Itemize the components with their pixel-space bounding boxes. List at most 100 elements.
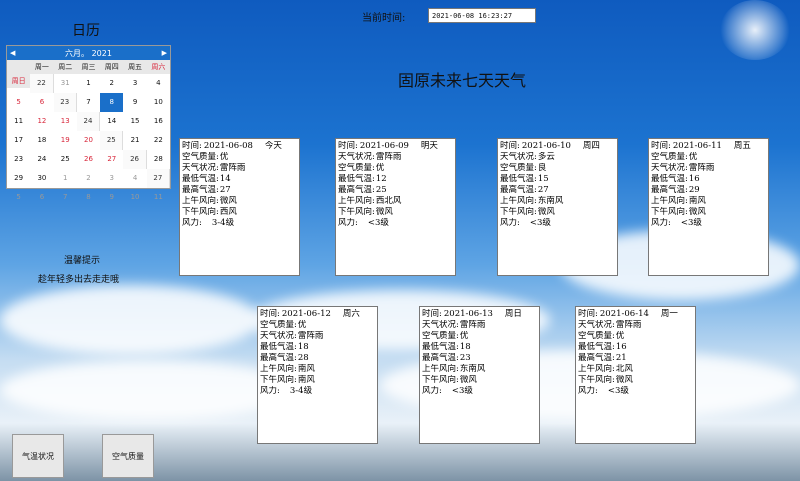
temperature-button[interactable]: 气温状况 bbox=[12, 434, 64, 478]
calendar-day[interactable]: 17 bbox=[7, 131, 30, 150]
calendar-day[interactable]: 5 bbox=[7, 93, 30, 112]
calendar-month-label[interactable]: 六月。 2021 bbox=[65, 48, 112, 59]
week-number: 24 bbox=[76, 112, 101, 131]
card-row-wind-force: 风力: <3级 bbox=[500, 218, 615, 229]
calendar-day[interactable]: 2 bbox=[100, 74, 123, 93]
calendar-day[interactable]: 21 bbox=[123, 131, 146, 150]
calendar-day[interactable]: 2 bbox=[77, 169, 100, 188]
field-value: 多云 bbox=[537, 152, 555, 162]
field-label: 下午风向: bbox=[260, 375, 297, 385]
calendar-day[interactable]: 10 bbox=[123, 188, 146, 207]
weekday-header: 周三 bbox=[76, 60, 101, 74]
card-row-weather: 天气状况:雷阵雨 bbox=[260, 331, 375, 342]
field-value: 25 bbox=[375, 185, 387, 195]
cloud bbox=[0, 360, 300, 420]
calendar-day[interactable]: 1 bbox=[77, 74, 100, 93]
field-label: 下午风向: bbox=[578, 375, 615, 385]
card-row-weather: 天气状况:雷阵雨 bbox=[338, 152, 453, 163]
card-row-wind-force: 风力: <3级 bbox=[338, 218, 453, 229]
field-value: 南风 bbox=[688, 196, 706, 206]
weekday-header: 周日 bbox=[7, 74, 31, 88]
field-label: 上午风向: bbox=[338, 196, 375, 206]
next-month-icon[interactable]: ▶ bbox=[162, 49, 167, 57]
field-label: 最低气温: bbox=[651, 174, 688, 184]
calendar-widget[interactable]: ◀ 六月。 2021 ▶ 周一 周二 周三 周四 周五 周六 周日 22 31 1 2 3 4 5 6 23 7… bbox=[6, 45, 171, 201]
calendar-day[interactable]: 3 bbox=[100, 169, 123, 188]
date-label: 时间: bbox=[500, 141, 520, 151]
air-quality-button[interactable]: 空气质量 bbox=[102, 434, 154, 478]
calendar-day[interactable]: 3 bbox=[123, 74, 146, 93]
card-row-weather: 天气状况:雷阵雨 bbox=[578, 320, 693, 331]
calendar-day[interactable]: 6 bbox=[30, 188, 53, 207]
card-row-wind-force: 风力: <3级 bbox=[422, 386, 537, 397]
weekday-header: 周二 bbox=[53, 60, 77, 74]
calendar-day[interactable]: 7 bbox=[77, 93, 100, 112]
calendar-day[interactable]: 13 bbox=[54, 112, 77, 131]
calendar-day[interactable]: 30 bbox=[30, 169, 53, 188]
card-row-air: 空气质量:良 bbox=[500, 163, 615, 174]
field-label: 天气状况: bbox=[500, 152, 537, 162]
card-date-row: 时间: 2021-06-09 明天 bbox=[338, 141, 453, 152]
card-day: 周六 bbox=[342, 309, 360, 319]
calendar-day[interactable]: 6 bbox=[30, 93, 53, 112]
calendar-day[interactable]: 9 bbox=[100, 188, 123, 207]
field-value: 雷阵雨 bbox=[219, 163, 246, 173]
prev-month-icon[interactable]: ◀ bbox=[10, 49, 15, 57]
field-value: 优 bbox=[688, 152, 698, 162]
calendar-day[interactable]: 22 bbox=[147, 131, 170, 150]
weekday-header: 周五 bbox=[123, 60, 147, 74]
calendar-day[interactable]: 10 bbox=[147, 93, 170, 112]
calendar-day[interactable]: 29 bbox=[7, 169, 30, 188]
calendar-day[interactable]: 8 bbox=[77, 188, 100, 207]
calendar-day[interactable]: 9 bbox=[123, 93, 146, 112]
card-date: 2021-06-10 bbox=[521, 141, 571, 151]
field-label: 天气状况: bbox=[182, 163, 219, 173]
calendar-day[interactable]: 25 bbox=[54, 150, 77, 169]
field-label: 天气状况: bbox=[338, 152, 375, 162]
card-row-air: 空气质量:优 bbox=[651, 152, 766, 163]
calendar-day[interactable]: 26 bbox=[77, 150, 100, 169]
card-row-high: 最高气温:21 bbox=[578, 353, 693, 364]
calendar-day[interactable]: 23 bbox=[7, 150, 30, 169]
calendar-day[interactable]: 24 bbox=[30, 150, 53, 169]
calendar-day[interactable]: 19 bbox=[54, 131, 77, 150]
card-date-row: 时间: 2021-06-11 周五 bbox=[651, 141, 766, 152]
card-row-high: 最高气温:23 bbox=[422, 353, 537, 364]
field-value: 23 bbox=[459, 353, 471, 363]
current-time-field[interactable] bbox=[428, 8, 536, 23]
current-time-label: 当前时间: bbox=[362, 13, 406, 24]
calendar-day[interactable]: 28 bbox=[147, 150, 170, 169]
field-value: 南风 bbox=[297, 375, 315, 385]
calendar-day[interactable]: 14 bbox=[100, 112, 123, 131]
calendar-day[interactable]: 27 bbox=[100, 150, 123, 169]
calendar-day[interactable]: 5 bbox=[7, 188, 30, 207]
calendar-day[interactable]: 1 bbox=[54, 169, 77, 188]
calendar-day[interactable]: 18 bbox=[30, 131, 53, 150]
calendar-day[interactable]: 11 bbox=[147, 188, 170, 207]
calendar-day[interactable]: 4 bbox=[147, 74, 170, 93]
card-row-high: 最高气温:28 bbox=[260, 353, 375, 364]
card-row-air: 空气质量:优 bbox=[260, 320, 375, 331]
calendar-day[interactable]: 4 bbox=[123, 169, 146, 188]
calendar-day[interactable]: 12 bbox=[30, 112, 53, 131]
week-number: 22 bbox=[30, 74, 54, 93]
calendar-day[interactable]: 7 bbox=[54, 188, 77, 207]
calendar-day[interactable]: 8 bbox=[100, 93, 124, 112]
calendar-day[interactable]: 20 bbox=[77, 131, 100, 150]
calendar-day[interactable]: 16 bbox=[147, 112, 170, 131]
field-value: <3级 bbox=[529, 218, 551, 228]
field-label: 最高气温: bbox=[260, 353, 297, 363]
calendar-day[interactable]: 11 bbox=[7, 112, 30, 131]
card-day: 周日 bbox=[504, 309, 522, 319]
weekday-header: 周四 bbox=[100, 60, 124, 74]
field-label: 天气状况: bbox=[260, 331, 297, 341]
card-day: 明天 bbox=[420, 141, 438, 151]
calendar-day[interactable]: 31 bbox=[54, 74, 77, 93]
card-row-air: 空气质量:优 bbox=[182, 152, 297, 163]
field-value: 15 bbox=[537, 174, 549, 184]
card-row-am-wind: 上午风向:北风 bbox=[578, 364, 693, 375]
field-label: 最低气温: bbox=[182, 174, 219, 184]
field-value: 27 bbox=[537, 185, 549, 195]
calendar-day[interactable]: 15 bbox=[123, 112, 146, 131]
forecast-card: 时间: 2021-06-11 周五 空气质量:优 天气状况:雷阵雨 最低气温:16 最高气温… bbox=[648, 138, 769, 276]
